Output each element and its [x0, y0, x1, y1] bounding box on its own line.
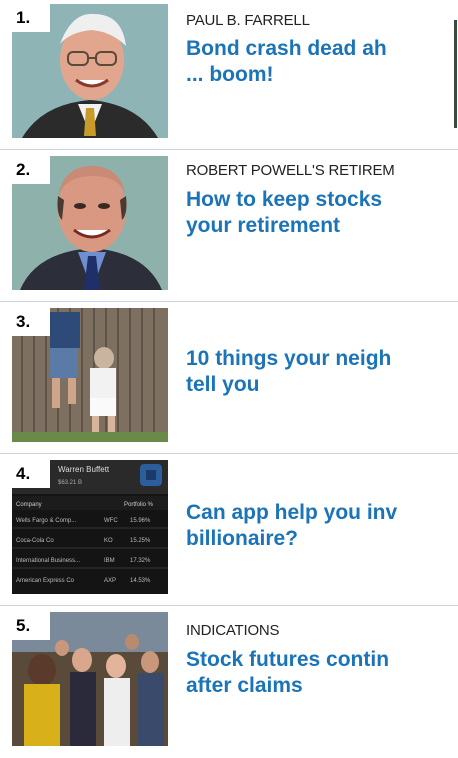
- app-row-pct: 14.53%: [130, 578, 151, 584]
- app-row-ticker: IBM: [104, 558, 115, 564]
- story-headline[interactable]: Can app help you inv billionaire?: [186, 500, 458, 552]
- story-headline[interactable]: Bond crash dead ah ... boom!: [186, 36, 458, 88]
- story-thumbnail-5[interactable]: 5.: [12, 612, 168, 746]
- app-row-pct: 15.25%: [130, 538, 151, 544]
- app-row-ticker: KO: [104, 538, 113, 544]
- app-row-name: Wells Fargo & Comp...: [16, 518, 77, 524]
- headline-line-1[interactable]: Stock futures contin: [186, 648, 389, 671]
- app-column-portfolio: Portfolio %: [124, 502, 154, 508]
- divider: [0, 149, 458, 150]
- divider: [0, 605, 458, 606]
- story-thumbnail-1[interactable]: 1.: [12, 4, 168, 138]
- app-column-company: Company: [16, 502, 42, 508]
- story-item-3[interactable]: 3. 10 things your neigh tell you: [0, 304, 458, 454]
- divider: [0, 453, 458, 454]
- story-kicker[interactable]: INDICATIONS: [186, 622, 280, 639]
- headline-line-1[interactable]: Can app help you inv: [186, 501, 397, 524]
- divider: [0, 301, 458, 302]
- story-thumbnail-3[interactable]: 3.: [12, 308, 168, 442]
- headline-line-1[interactable]: Bond crash dead ah: [186, 37, 387, 60]
- headline-line-1[interactable]: 10 things your neigh: [186, 347, 391, 370]
- app-row-name: International Business...: [16, 558, 80, 564]
- clipped-edge: [454, 20, 457, 128]
- headline-line-1[interactable]: How to keep stocks: [186, 188, 382, 211]
- app-row-name: Coca-Cola Co: [16, 538, 54, 544]
- story-item-4[interactable]: Warren Buffett $63.21 B Company Portfoli…: [0, 456, 458, 606]
- app-row-pct: 15.96%: [130, 518, 151, 524]
- story-item-5[interactable]: 5. INDICATIONS Stock futures contin afte…: [0, 608, 458, 758]
- headline-line-2[interactable]: your retirement: [186, 214, 340, 237]
- rank-badge: 4.: [12, 460, 50, 488]
- story-thumbnail-4[interactable]: Warren Buffett $63.21 B Company Portfoli…: [12, 460, 168, 594]
- story-thumbnail-2[interactable]: 2.: [12, 156, 168, 290]
- app-row-pct: 17.32%: [130, 558, 151, 564]
- rank-badge: 3.: [12, 308, 50, 336]
- story-item-1[interactable]: 1. PAUL B. FARRELL Bond crash dead ah ..…: [0, 0, 458, 150]
- story-kicker[interactable]: ROBERT POWELL'S RETIREM: [186, 162, 395, 179]
- headline-line-2[interactable]: ... boom!: [186, 63, 274, 86]
- app-profile-name: Warren Buffett: [58, 465, 110, 474]
- app-row-ticker: WFC: [104, 518, 118, 524]
- app-row-name: American Express Co: [16, 578, 75, 584]
- rank-badge: 5.: [12, 612, 50, 640]
- rank-badge: 2.: [12, 156, 50, 184]
- rank-badge: 1.: [12, 4, 50, 32]
- app-row-ticker: AXP: [104, 578, 116, 584]
- app-profile-value: $63.21 B: [58, 480, 82, 486]
- story-item-2[interactable]: 2. ROBERT POWELL'S RETIREM How to keep s…: [0, 152, 458, 302]
- story-kicker[interactable]: PAUL B. FARRELL: [186, 12, 310, 29]
- story-headline[interactable]: How to keep stocks your retirement: [186, 187, 458, 239]
- headline-line-2[interactable]: tell you: [186, 373, 260, 396]
- headline-line-2[interactable]: after claims: [186, 674, 303, 697]
- headline-line-2[interactable]: billionaire?: [186, 527, 298, 550]
- story-headline[interactable]: Stock futures contin after claims: [186, 647, 458, 699]
- story-headline[interactable]: 10 things your neigh tell you: [186, 346, 458, 398]
